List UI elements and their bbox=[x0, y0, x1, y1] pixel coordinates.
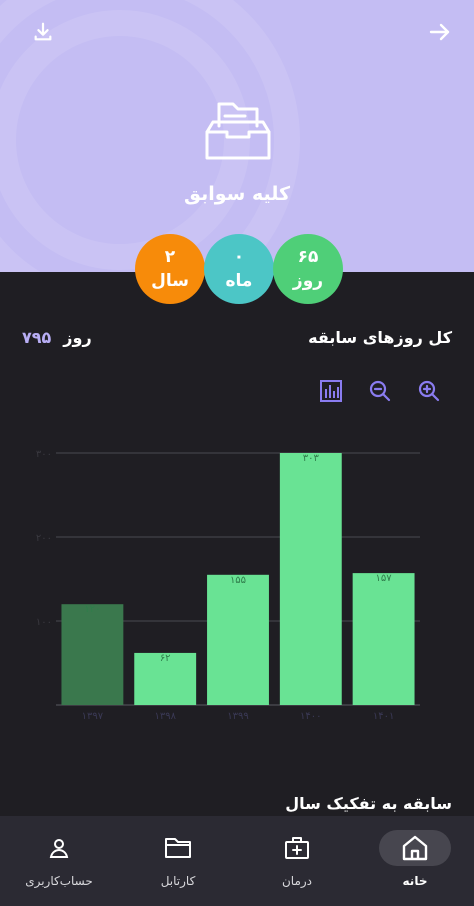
nav-label-home: خانه bbox=[402, 874, 428, 888]
nav-icon-wrap bbox=[23, 830, 95, 866]
x-tick-label: ۱۴۰۰ bbox=[300, 711, 321, 722]
total-days-title: کل روزهای سابقه bbox=[308, 328, 452, 347]
user-icon bbox=[49, 839, 69, 858]
chart-bar bbox=[352, 573, 415, 705]
x-tick-label: ۱۴۰۱ bbox=[373, 711, 394, 722]
total-days-number: ۷۹۵ bbox=[22, 328, 52, 347]
y-tick-label: ۳۰۰ bbox=[36, 449, 52, 460]
stat-years-unit: سال bbox=[151, 271, 189, 291]
chart-bar bbox=[279, 453, 342, 705]
x-tick-label: ۱۳۹۷ bbox=[82, 711, 104, 722]
download-button[interactable] bbox=[27, 16, 59, 48]
medical-kit-icon bbox=[285, 837, 309, 859]
bottom-nav: حساب‌کاربری کارتابل درمان خانه bbox=[0, 816, 474, 906]
y-tick-label: ۱۰۰ bbox=[36, 617, 52, 628]
bar-value-label: ۱۵۵ bbox=[230, 575, 246, 586]
x-tick-label: ۱۳۹۹ bbox=[227, 711, 248, 722]
section-title: سابقه به تفکیک سال bbox=[285, 794, 452, 813]
nav-item-account[interactable]: حساب‌کاربری bbox=[0, 816, 118, 906]
nav-icon-wrap bbox=[261, 830, 333, 866]
stat-months-unit: ماه bbox=[225, 271, 253, 291]
header: کلیه سوابق bbox=[0, 0, 474, 272]
y-tick-label: ۲۰۰ bbox=[36, 533, 52, 544]
zoom-in-icon bbox=[418, 380, 440, 402]
stat-days-value: ۶۵ bbox=[297, 247, 319, 267]
home-icon bbox=[402, 835, 428, 861]
zoom-out-icon bbox=[369, 380, 391, 402]
bar-value-label: ۱۵۷ bbox=[376, 573, 393, 584]
page-title: کلیه سوابق bbox=[183, 183, 291, 205]
stat-days-unit: روز bbox=[292, 271, 324, 291]
chart-type-button[interactable] bbox=[316, 376, 346, 406]
folder-archive-icon bbox=[205, 102, 271, 160]
nav-item-home[interactable]: خانه bbox=[356, 816, 474, 906]
nav-label-account: حساب‌کاربری bbox=[25, 874, 93, 888]
bar-value-label: ۳۰۳ bbox=[303, 453, 320, 464]
nav-item-treatment[interactable]: درمان bbox=[238, 816, 356, 906]
total-days-value: روز ۷۹۵ bbox=[22, 328, 92, 347]
stat-years: ۲ سال bbox=[135, 234, 205, 304]
bar-value-label: ۱۲۰ bbox=[84, 604, 100, 615]
nav-icon-wrap bbox=[379, 830, 451, 866]
bar-value-label: ۶۲ bbox=[160, 653, 171, 664]
back-button[interactable] bbox=[424, 16, 456, 48]
nav-icon-wrap bbox=[142, 830, 214, 866]
total-days-unit: روز bbox=[63, 328, 92, 347]
zoom-out-button[interactable] bbox=[365, 376, 395, 406]
chart-bar bbox=[207, 574, 269, 705]
download-icon bbox=[34, 22, 52, 41]
nav-label-cartable: کارتابل bbox=[160, 874, 196, 888]
folder-icon bbox=[165, 838, 191, 858]
bar-chart: ۱۰۰ ۲۰۰ ۳۰۰ ۱۲۰ ۱۳۹۷ ۶۲ ۱۳۹۸ ۱۵۵ ۱۳۹۹ ۳۰۳ ۱۴۰۰ ۱۵۷ ۱… bbox=[36, 449, 420, 722]
zoom-in-button[interactable] bbox=[414, 376, 444, 406]
stat-days: ۶۵ روز bbox=[273, 234, 343, 304]
chart-bar bbox=[61, 604, 124, 705]
stat-years-value: ۲ bbox=[164, 247, 176, 267]
stat-months-value: ۰ bbox=[233, 247, 245, 267]
nav-item-cartable[interactable]: کارتابل bbox=[119, 816, 237, 906]
stat-months: ۰ ماه bbox=[204, 234, 274, 304]
bar-chart-icon bbox=[320, 380, 342, 402]
nav-label-treatment: درمان bbox=[281, 874, 313, 888]
arrow-right-icon bbox=[429, 23, 450, 41]
x-tick-label: ۱۳۹۸ bbox=[154, 711, 176, 722]
